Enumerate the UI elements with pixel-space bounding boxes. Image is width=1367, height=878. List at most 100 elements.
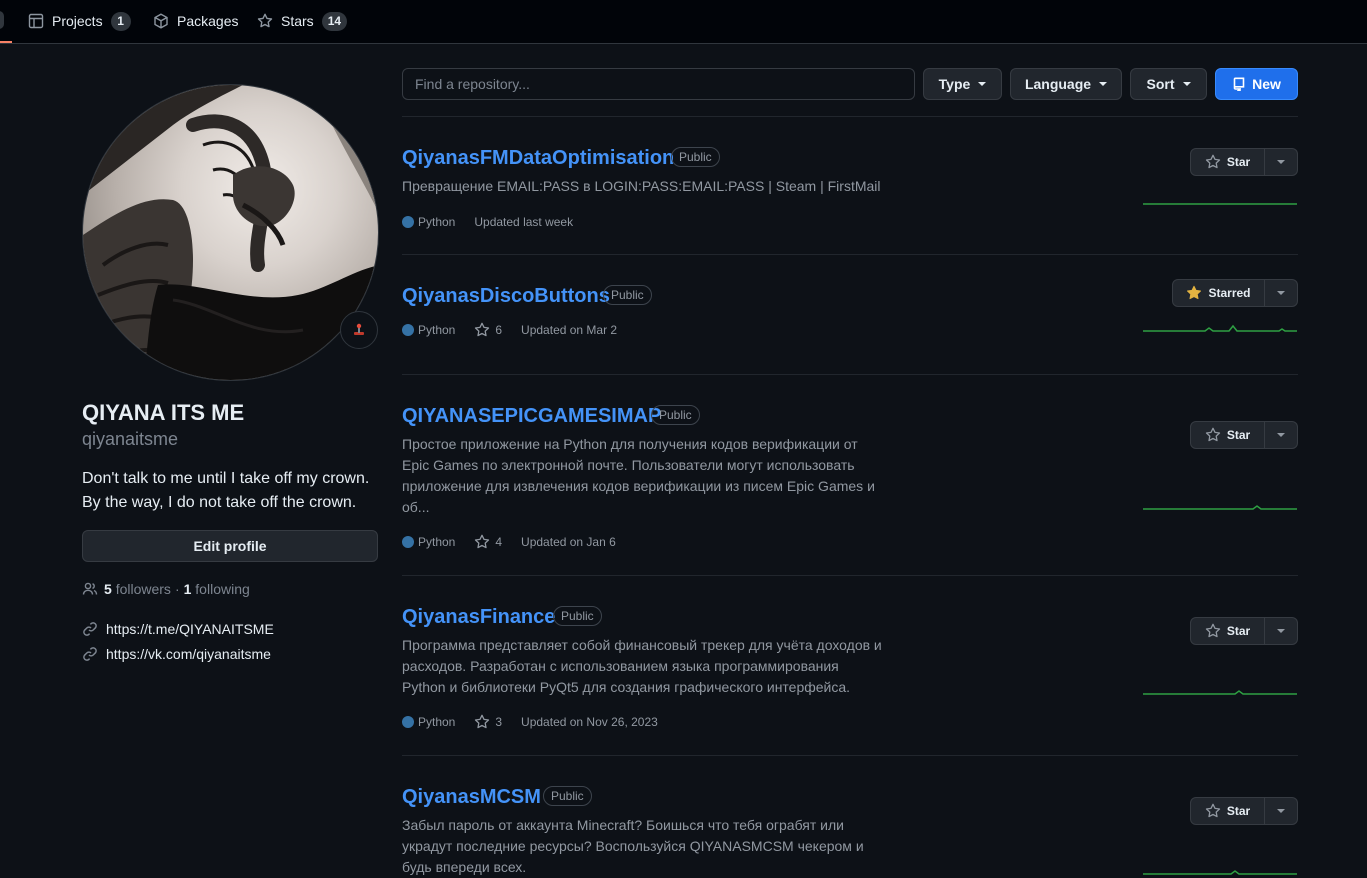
- repo-updated: Updated on Nov 26, 2023: [521, 715, 658, 729]
- star-button-label: Star: [1226, 155, 1251, 169]
- stargazers-link[interactable]: 6: [474, 322, 502, 338]
- type-filter-label: Type: [938, 76, 971, 92]
- repo-language: Python: [418, 715, 456, 729]
- visibility-badge: Public: [651, 405, 700, 425]
- star-button-label: Starred: [1208, 286, 1251, 300]
- tab-packages[interactable]: Packages: [153, 0, 238, 42]
- stargazers-link[interactable]: 4: [474, 534, 502, 550]
- repo-updated: Updated on Mar 2: [521, 323, 618, 337]
- follow-separator: ·: [174, 581, 180, 597]
- star-outline-icon: [1205, 623, 1220, 638]
- repo-name-link[interactable]: QiyanasDiscoButtons: [402, 285, 610, 308]
- package-icon: [154, 13, 168, 29]
- repo-meta: Python 4 Updated on Jan 6: [402, 534, 616, 550]
- repo-name-link[interactable]: QiyanasFinance: [402, 606, 555, 629]
- starred-button[interactable]: Starred: [1172, 279, 1265, 307]
- bio-line: Don't talk to me until I take off my cro…: [82, 470, 370, 487]
- star-button-group: Star: [1190, 797, 1298, 825]
- stargazers-link[interactable]: 3: [474, 714, 502, 730]
- repo-name-link[interactable]: QIYANASEPICGAMESIMAP: [402, 405, 661, 428]
- star-list-dropdown[interactable]: [1265, 421, 1298, 449]
- star-outline-icon: [1205, 154, 1220, 169]
- repo-description: Программа представляет собой финансовый …: [402, 635, 882, 698]
- star-button[interactable]: Star: [1190, 421, 1265, 449]
- description-line: расходов. Разработан с использованием яз…: [402, 658, 839, 674]
- star-button[interactable]: Star: [1190, 617, 1265, 645]
- caret-down-icon: [1277, 291, 1285, 295]
- star-button-group: Star: [1190, 617, 1298, 645]
- star-list-dropdown[interactable]: [1265, 148, 1298, 176]
- follow-stats: 5 followers · 1 following: [82, 580, 250, 598]
- repo-name-link[interactable]: QiyanasFMDataOptimisation: [402, 147, 674, 170]
- following-link[interactable]: 1 following: [184, 581, 250, 597]
- star-button-label: Star: [1226, 804, 1251, 818]
- star-button[interactable]: Star: [1190, 797, 1265, 825]
- edit-profile-button[interactable]: Edit profile: [82, 530, 378, 562]
- star-list-dropdown[interactable]: [1265, 617, 1298, 645]
- description-line: Программа представляет собой финансовый …: [402, 637, 882, 653]
- profile-fullname: QIYANA ITS ME: [82, 400, 245, 425]
- sort-button[interactable]: Sort: [1130, 68, 1207, 100]
- profile-link-text: https://vk.com/qiyanaitsme: [106, 646, 271, 662]
- list-divider: [402, 575, 1298, 576]
- description-line: Простое приложение на Python для получен…: [402, 436, 858, 452]
- language-color-dot: [402, 216, 414, 228]
- followers-link[interactable]: 5 followers: [104, 581, 171, 597]
- tab-projects-count: 1: [110, 11, 131, 31]
- profile-link-vk[interactable]: https://vk.com/qiyanaitsme: [82, 646, 271, 662]
- repo-name-link[interactable]: QiyanasMCSM: [402, 786, 541, 809]
- profile-link-text: https://t.me/QIYANAITSME: [106, 621, 274, 637]
- tab-stars-count: 14: [321, 11, 348, 31]
- type-filter-button[interactable]: Type: [923, 68, 1002, 100]
- tab-stars[interactable]: Stars 14: [257, 0, 348, 42]
- star-button-label: Star: [1226, 624, 1251, 638]
- repo-meta: Python 3 Updated on Nov 26, 2023: [402, 714, 658, 730]
- star-list-dropdown[interactable]: [1265, 279, 1298, 307]
- avatar-photo: [83, 85, 378, 380]
- star-icon: [475, 714, 490, 729]
- repo-updated: Updated last week: [474, 215, 574, 229]
- activity-sparkline: [1143, 203, 1297, 205]
- caret-down-icon: [1277, 160, 1285, 164]
- star-icon: [475, 322, 490, 337]
- repo-meta: Python 6 Updated on Mar 2: [402, 322, 617, 338]
- star-count: 3: [495, 715, 503, 729]
- star-icon: [257, 13, 273, 28]
- following-count: 1: [183, 581, 192, 597]
- profile-link-telegram[interactable]: https://t.me/QIYANAITSME: [82, 621, 274, 637]
- profile-tabs-bar: Projects 1 Packages Stars 14: [0, 0, 1367, 44]
- visibility-badge: Public: [543, 786, 592, 806]
- activity-sparkline: [1143, 505, 1297, 510]
- sort-label: Sort: [1146, 76, 1175, 92]
- repo-search-input[interactable]: [402, 68, 915, 100]
- followers-label: followers: [115, 581, 171, 597]
- new-repo-button[interactable]: New: [1215, 68, 1298, 100]
- star-count: 6: [495, 323, 503, 337]
- tab-stars-label: Stars: [281, 13, 314, 29]
- avatar[interactable]: [82, 84, 379, 381]
- description-line: об...: [402, 499, 430, 515]
- repo-language: Python: [418, 215, 456, 229]
- description-line: Забыл пароль от аккаунта Minecraft? Боиш…: [402, 817, 844, 833]
- joystick-icon: [354, 323, 364, 335]
- activity-sparkline: [1143, 870, 1297, 875]
- tab-projects[interactable]: Projects 1: [28, 0, 131, 42]
- star-list-dropdown[interactable]: [1265, 797, 1298, 825]
- star-icon: [475, 534, 490, 549]
- caret-down-icon: [1277, 433, 1285, 437]
- star-outline-icon: [1205, 803, 1220, 818]
- language-filter-button[interactable]: Language: [1010, 68, 1122, 100]
- star-button[interactable]: Star: [1190, 148, 1265, 176]
- visibility-badge: Public: [603, 285, 652, 305]
- activity-sparkline: [1143, 690, 1297, 695]
- tab-counter-edge: [0, 11, 4, 29]
- star-filled-icon: [1187, 285, 1202, 300]
- description-line: Epic Games по электронной почте. Пользов…: [402, 457, 855, 473]
- repo-language: Python: [418, 535, 456, 549]
- repo-description: Превращение EMAIL:PASS в LOGIN:PASS:EMAI…: [402, 178, 881, 194]
- language-color-dot: [402, 324, 414, 336]
- description-line: Python и библиотеки PyQt5 для создания г…: [402, 679, 851, 695]
- status-emoji-button[interactable]: [340, 311, 378, 349]
- star-button-group: Starred: [1172, 279, 1298, 307]
- table-icon: [28, 13, 44, 29]
